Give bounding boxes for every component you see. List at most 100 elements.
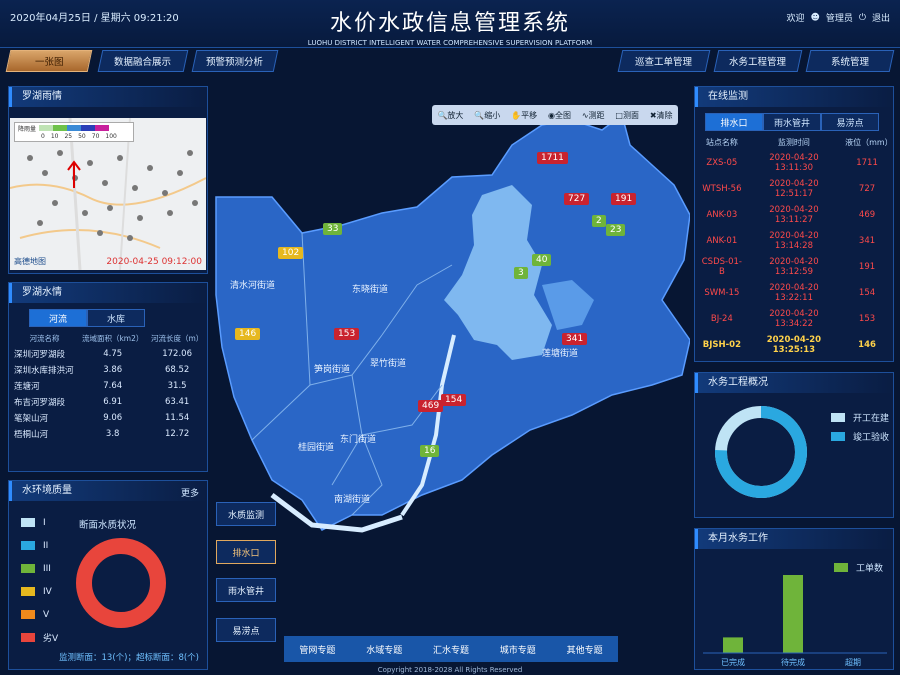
district-label: 清水河街道 (230, 281, 276, 291)
table-row[interactable]: ZXS-05 2020-04-20 13:11:30 1711 (697, 150, 893, 176)
page-title: 水价水政信息管理系统 (329, 11, 570, 36)
tab-system[interactable]: 系统管理 (805, 50, 895, 72)
map-marker[interactable]: 1711 (537, 152, 568, 164)
theme-tab-city[interactable]: 城市专题 (500, 643, 536, 656)
table-row[interactable]: WTSH-56 2020-04-20 12:51:17 727 (697, 176, 893, 202)
map-brand: 高德地图 (14, 257, 46, 266)
table-row[interactable]: SWM-15 2020-04-20 13:22:11 154 (697, 280, 893, 306)
tab-rain-well[interactable]: 雨水管井 (763, 113, 821, 131)
measure-area-button[interactable]: □测面 (615, 110, 639, 121)
welcome-text: 欢迎 (786, 14, 805, 24)
layer-waterlogging-button[interactable]: 易涝点 (216, 618, 276, 642)
legend-item: II (21, 534, 58, 557)
map-marker[interactable]: 23 (606, 224, 626, 236)
tab-data-fusion[interactable]: 数据融合展示 (97, 50, 189, 72)
theme-tab-other[interactable]: 其他专题 (567, 643, 603, 656)
map-marker[interactable]: 727 (564, 193, 590, 205)
water-table: 河流名称 流域面积（km2） 河流长度（m） 深圳河罗湖段 4.75 172.06 … (11, 331, 207, 442)
legend-item: V (21, 603, 58, 626)
map-marker[interactable]: 469 (418, 400, 444, 412)
quality-chart-title: 断面水质状况 (79, 520, 137, 531)
monitor-title: 在线监测 (695, 87, 893, 107)
district-label: 翠竹街道 (370, 359, 407, 369)
legend-item: I (21, 511, 58, 534)
rain-legend: 降雨量 0 10 25 50 70 100 (14, 122, 134, 142)
tab-warning[interactable]: 预警预测分析 (191, 50, 279, 72)
logout-icon[interactable]: ⏻ (859, 13, 866, 23)
table-row[interactable]: 深圳河罗湖段 4.75 172.06 (11, 346, 207, 362)
quality-legend: I II III IV V 劣V (21, 511, 58, 649)
tab-outfall[interactable]: 排水口 (705, 113, 763, 131)
map-marker[interactable]: 154 (441, 394, 467, 406)
district-map (215, 113, 691, 533)
tab-overview[interactable]: 一张图 (5, 50, 93, 72)
layer-outfall-button[interactable]: 排水口 (216, 540, 276, 564)
map-marker[interactable]: 40 (532, 254, 552, 266)
quality-panel: 水环境质量 更多 I II III IV V 劣V 断面水质状况 监测断面：13… (8, 480, 208, 670)
rain-map[interactable]: 降雨量 0 10 25 50 70 100 高德地图 2020-04-25 09:12:0… (10, 118, 206, 270)
map-marker[interactable]: 33 (323, 223, 343, 235)
theme-tab-catchment[interactable]: 汇水专题 (433, 643, 469, 656)
map-marker[interactable]: 341 (562, 333, 588, 345)
user-name[interactable]: 管理员 (826, 11, 853, 24)
district-label: 桂园街道 (298, 443, 335, 453)
theme-tab-pipe[interactable]: 管网专题 (299, 643, 335, 656)
map-marker[interactable]: 153 (334, 328, 360, 340)
pan-button[interactable]: ✋平移 (511, 110, 537, 121)
table-row[interactable]: 笔架山河 9.06 11.54 (11, 410, 207, 426)
map-marker[interactable]: 16 (420, 445, 440, 457)
table-row[interactable]: 深圳水库排洪河 3.86 68.52 (11, 362, 207, 378)
projects-title: 水务工程概况 (695, 373, 893, 393)
tab-reservoir[interactable]: 水库 (87, 309, 145, 327)
tab-river[interactable]: 河流 (29, 309, 87, 327)
bar-label: 超期 (845, 657, 861, 667)
map-marker[interactable]: 102 (278, 247, 304, 259)
tab-patrol[interactable]: 巡查工单管理 (617, 50, 711, 72)
legend-item: IV (21, 580, 58, 603)
monitor-panel: 在线监测 排水口 雨水管井 易涝点 站点名称 监测时间 液位（mm） ZXS-0… (694, 86, 894, 362)
user-area: 欢迎 ☻ 管理员 ⏻ 退出 (786, 11, 890, 25)
logout-link[interactable]: 退出 (872, 11, 890, 24)
full-extent-button[interactable]: ◉全图 (548, 110, 571, 121)
table-row[interactable]: 梧桐山河 3.8 12.72 (11, 426, 207, 442)
table-row[interactable]: CSDS-01-B 2020-04-20 13:12:59 191 (697, 254, 893, 280)
layer-water-quality-button[interactable]: 水质监测 (216, 502, 276, 526)
map-marker[interactable]: 191 (611, 193, 637, 205)
rain-timestamp: 2020-04-25 09:12:00 (106, 257, 202, 267)
clear-button[interactable]: ✖清除 (650, 110, 673, 121)
zoom-out-button[interactable]: 🔍缩小 (474, 110, 500, 121)
tab-waterlogging[interactable]: 易涝点 (821, 113, 879, 131)
table-row[interactable]: 莲塘河 7.64 31.5 (11, 378, 207, 394)
tab-engineering[interactable]: 水务工程管理 (713, 50, 803, 72)
measure-distance-button[interactable]: ∿测距 (582, 110, 605, 121)
zoom-in-button[interactable]: 🔍放大 (437, 110, 463, 121)
map-marker[interactable]: 3 (514, 267, 528, 279)
district-label: 莲塘街道 (542, 349, 579, 359)
monthly-panel: 本月水务工作 工单数 已完成 待完成 超期 (694, 528, 894, 670)
water-panel: 罗湖水情 河流 水库 河流名称 流域面积（km2） 河流长度（m） 深圳河罗湖段… (8, 282, 208, 472)
map-marker[interactable]: 2 (592, 215, 606, 227)
bar-0 (723, 637, 743, 653)
monthly-title: 本月水务工作 (695, 529, 893, 549)
legend-item: 开工在建 竣工验收 (831, 411, 889, 443)
table-row[interactable]: BJSH-02 2020-04-20 13:25:13 146 (697, 332, 893, 358)
map-marker[interactable]: 146 (235, 328, 261, 340)
more-link[interactable]: 更多 (181, 486, 199, 499)
table-row[interactable]: 布吉河罗湖段 6.91 63.41 (11, 394, 207, 410)
water-tabs: 河流 水库 (29, 309, 207, 327)
bar-1 (783, 575, 803, 653)
main-map[interactable] (212, 85, 691, 640)
quality-donut (76, 538, 166, 628)
col-time: 监测时间 (777, 138, 810, 147)
table-row[interactable]: ANK-01 2020-04-20 13:14:28 341 (697, 228, 893, 254)
district-label: 南湖街道 (334, 495, 371, 505)
theme-tab-water-area[interactable]: 水域专题 (366, 643, 402, 656)
bar-label: 已完成 (721, 657, 745, 667)
table-row[interactable]: BJ-24 2020-04-20 13:34:22 153 (697, 306, 893, 332)
layer-rain-well-button[interactable]: 雨水管井 (216, 578, 276, 602)
col-river-length: 河流长度（m） (150, 334, 204, 343)
monitor-table: 站点名称 监测时间 液位（mm） ZXS-05 2020-04-20 13:11:… (697, 135, 893, 358)
district-label: 东晓街道 (352, 285, 389, 295)
monitor-tabs: 排水口 雨水管井 易涝点 (705, 113, 893, 131)
table-row[interactable]: ANK-03 2020-04-20 13:11:27 469 (697, 202, 893, 228)
